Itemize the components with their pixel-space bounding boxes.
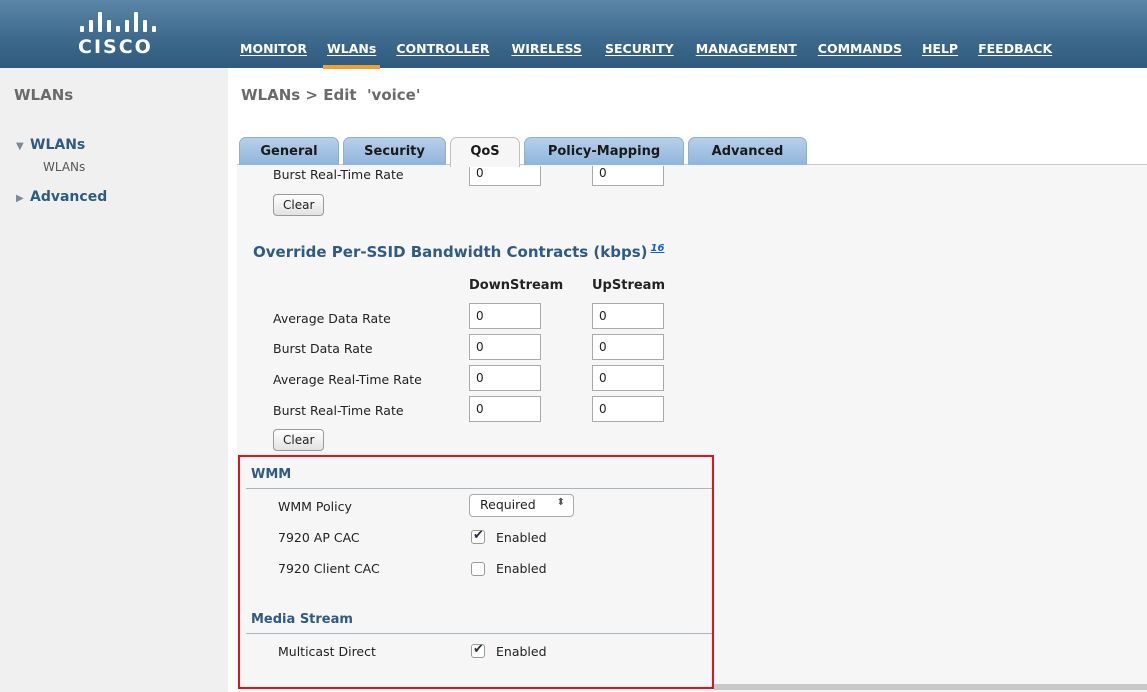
nav-monitor[interactable]: MONITOR [240,41,307,69]
top-header: CISCO MONITOR WLANs CONTROLLER WIRELESS … [0,0,1147,69]
cisco-logo-text: CISCO [78,36,153,58]
average-realtime-rate-down-input[interactable] [469,365,541,391]
burst-realtime-rate-up-input[interactable] [592,396,664,422]
highlight-box [238,455,714,689]
nav-wireless[interactable]: WIRELESS [511,41,582,69]
cisco-logo: CISCO [70,12,170,62]
bandwidth-clear-button[interactable]: Clear [273,429,325,451]
horizontal-scrollbar[interactable] [714,684,1147,690]
burst-realtime-up-input[interactable] [592,166,664,186]
sidebar-group-wlans[interactable]: ▼ WLANs [16,137,85,153]
average-data-rate-down-input[interactable] [469,303,541,329]
main-nav: MONITOR WLANs CONTROLLER WIRELESS SECURI… [240,41,1052,69]
burst-realtime-down-input[interactable] [469,166,541,186]
nav-feedback[interactable]: FEEDBACK [978,41,1052,69]
burst-realtime-rate-down-input[interactable] [469,396,541,422]
bandwidth-contracts-title: Override Per-SSID Bandwidth Contracts (k… [253,243,664,261]
tab-advanced[interactable]: Advanced [688,137,807,165]
sidebar-group-advanced[interactable]: ▶ Advanced [16,189,107,205]
nav-wlans[interactable]: WLANs [322,41,381,69]
nav-help[interactable]: HELP [922,41,958,69]
sidebar-group-label: WLANs [30,137,86,153]
cisco-logo-bars [80,12,156,32]
clear-button[interactable]: Clear [273,194,325,216]
burst-realtime-rate-label: Burst Real-Time Rate [273,167,404,182]
tab-security[interactable]: Security [343,137,446,165]
burst-realtime-rate-label: Burst Real-Time Rate [273,403,404,418]
nav-controller[interactable]: CONTROLLER [396,41,489,69]
page-title: WLANs > Edit 'voice' [241,86,421,104]
upstream-column-header: UpStream [592,278,665,293]
sidebar: WLANs ▼ WLANs WLANs ▶ Advanced [0,68,228,692]
average-realtime-rate-up-input[interactable] [592,365,664,391]
average-realtime-rate-label: Average Real-Time Rate [273,372,422,387]
burst-data-rate-down-input[interactable] [469,334,541,360]
triangle-down-icon: ▼ [16,141,24,152]
nav-commands[interactable]: COMMANDS [818,41,902,69]
sidebar-item-wlans[interactable]: WLANs [43,160,85,174]
top-partial-region: Burst Real-Time Rate [237,166,937,226]
average-data-rate-label: Average Data Rate [273,311,391,326]
footnote-link[interactable]: 16 [651,243,665,254]
sidebar-group-label: Advanced [30,189,108,205]
burst-data-rate-up-input[interactable] [592,334,664,360]
tab-policy-mapping[interactable]: Policy-Mapping [524,137,684,165]
burst-data-rate-label: Burst Data Rate [273,341,373,356]
sidebar-title: WLANs [14,86,74,104]
nav-management[interactable]: MANAGEMENT [696,41,797,69]
nav-security[interactable]: SECURITY [605,41,674,69]
triangle-right-icon: ▶ [16,193,24,204]
average-data-rate-up-input[interactable] [592,303,664,329]
bandwidth-title-text: Override Per-SSID Bandwidth Contracts (k… [253,243,648,261]
downstream-column-header: DownStream [469,278,564,293]
tab-qos[interactable]: QoS [450,137,520,167]
tab-general[interactable]: General [239,137,339,165]
